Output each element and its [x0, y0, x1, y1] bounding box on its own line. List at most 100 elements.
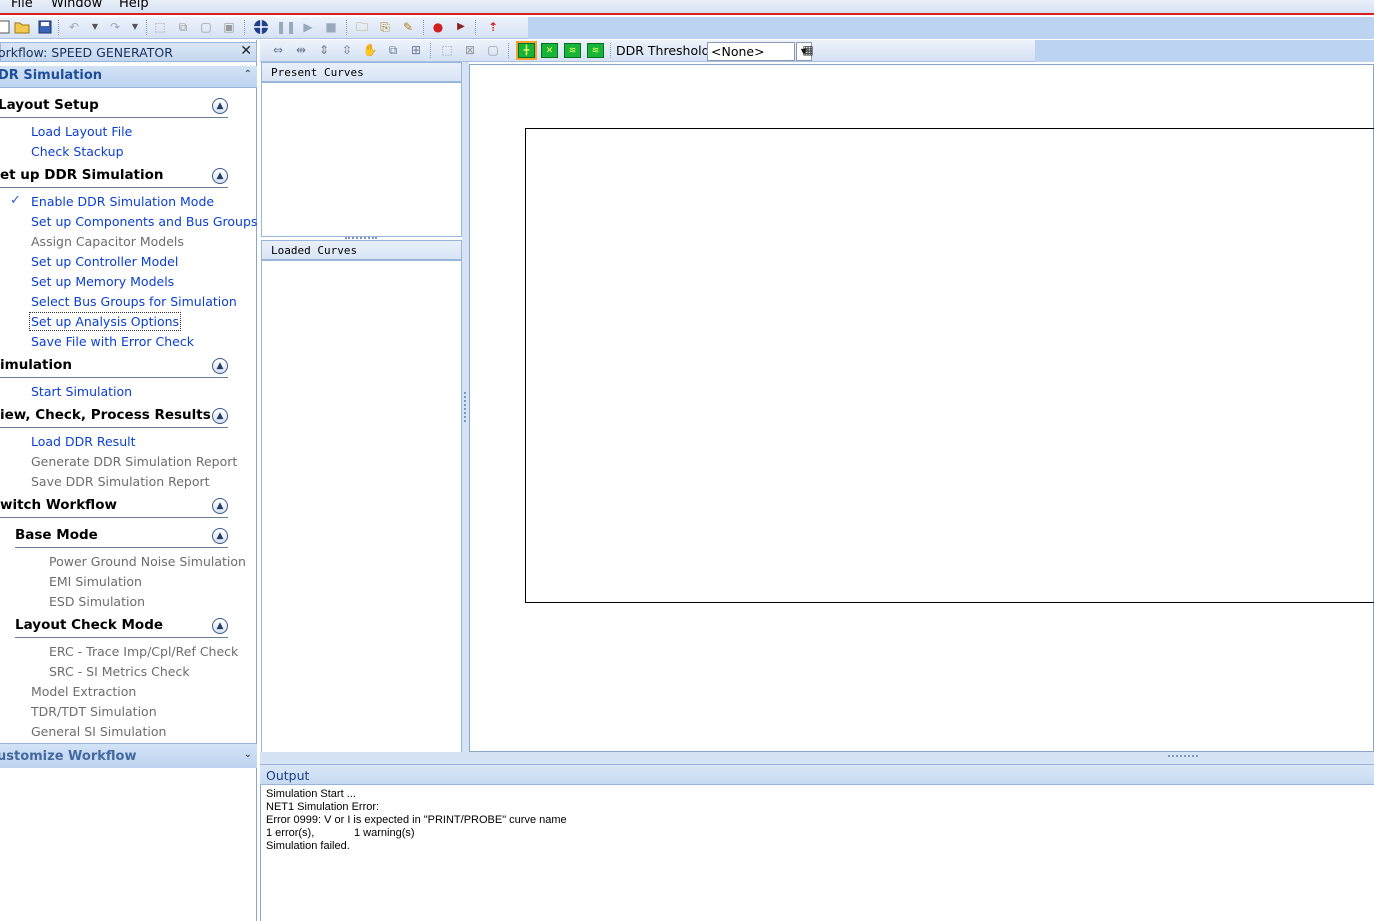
toolbar-separator: [508, 43, 509, 58]
workflow-item-model-extraction[interactable]: Model Extraction: [31, 684, 136, 699]
menu-file[interactable]: File: [11, 0, 33, 11]
workflow-item-memory-models[interactable]: Set up Memory Models: [31, 274, 174, 289]
customize-workflow-title: ustomize Workflow: [0, 749, 137, 764]
shrink-horizontal-icon[interactable]: ⇹: [293, 42, 309, 58]
workflow-item-emi[interactable]: EMI Simulation: [49, 574, 142, 589]
frame-icon[interactable]: ▢: [485, 42, 501, 58]
pause-icon[interactable]: ❚❚: [276, 19, 296, 35]
section-title: et up DDR Simulation: [0, 167, 164, 183]
globe-icon[interactable]: [253, 19, 269, 35]
workflow-item-check-stackup[interactable]: Check Stackup: [31, 144, 124, 159]
waveform-plot-area[interactable]: [469, 64, 1374, 752]
signal-marker-icon[interactable]: ⇡: [485, 19, 501, 35]
ddr-threshold-label: DDR Threshold:: [616, 43, 714, 58]
image-icon[interactable]: ▣: [221, 19, 237, 35]
loaded-curves-list[interactable]: [261, 260, 462, 760]
workflow-item-src[interactable]: SRC - SI Metrics Check: [49, 664, 190, 679]
present-curves-header: Present Curves: [261, 62, 462, 82]
save-icon[interactable]: [37, 19, 53, 35]
close-icon[interactable]: ✕: [240, 43, 252, 59]
workflow-item-load-layout-file[interactable]: Load Layout File: [31, 124, 132, 139]
workflow-title: orkflow: SPEED GENERATOR: [0, 45, 173, 60]
collapse-panel-icon[interactable]: ⌃: [244, 69, 252, 80]
stop-icon[interactable]: ■: [323, 19, 339, 35]
toolbar-separator: [244, 20, 245, 35]
workflow-item-enable-ddr-mode[interactable]: Enable DDR Simulation Mode: [31, 194, 214, 209]
plot-frame[interactable]: [525, 128, 1374, 603]
edit-file-icon[interactable]: ✎: [400, 19, 416, 35]
collapse-section-icon[interactable]: ▲: [212, 358, 228, 374]
collapse-section-icon[interactable]: ▲: [212, 168, 228, 184]
play-icon[interactable]: ▶: [300, 19, 316, 35]
workflow-item-analysis-options[interactable]: Set up Analysis Options: [28, 312, 182, 331]
shape-icon[interactable]: ▢: [198, 19, 214, 35]
pan-hand-icon[interactable]: ✋: [362, 42, 378, 58]
pane-splitter-grip[interactable]: [345, 237, 377, 239]
checkmark-icon: ✓: [10, 193, 21, 208]
redo-dropdown-icon[interactable]: ▼: [127, 19, 143, 35]
output-line: 1 error(s), 1 warning(s): [266, 827, 415, 839]
open-folder-icon[interactable]: [14, 19, 30, 35]
workflow-item-general-si[interactable]: General SI Simulation: [31, 724, 166, 739]
waveform-mode-1-icon[interactable]: ╋: [516, 41, 537, 60]
ddr-threshold-select[interactable]: <None> ▼: [707, 42, 812, 61]
customize-workflow-header[interactable]: ustomize Workflow ⌄: [0, 743, 257, 768]
waveform-mode-3-icon[interactable]: ≋: [564, 43, 581, 58]
horizontal-splitter[interactable]: [260, 752, 1374, 764]
eye-diagram-icon[interactable]: ✕: [541, 43, 558, 58]
toolbar-separator: [610, 43, 611, 58]
record-icon[interactable]: ●: [430, 19, 446, 35]
copy-icon[interactable]: ⧉: [175, 19, 191, 35]
workflow-item-generate-report[interactable]: Generate DDR Simulation Report: [31, 454, 237, 469]
workflow-item-start-simulation[interactable]: Start Simulation: [31, 384, 132, 399]
shrink-vertical-icon[interactable]: ⇳: [339, 42, 355, 58]
select-region-icon[interactable]: ⬚: [439, 42, 455, 58]
splitter-grip: [464, 392, 466, 422]
redo-icon[interactable]: ↷: [107, 19, 123, 35]
workflow-item-components-bus-groups[interactable]: Set up Components and Bus Groups: [31, 214, 257, 229]
collapse-section-icon[interactable]: ▲: [212, 498, 228, 514]
waveform-toolbar: ⇔ ⇹ ⇕ ⇳ ✋ ⧉ ⊞ ⬚ ⊠ ▢ ╋ ✕ ≋ ≋ DDR Threshol…: [260, 40, 1374, 62]
expand-panel-icon[interactable]: ⌄: [244, 749, 252, 760]
workflow-item-save-report[interactable]: Save DDR Simulation Report: [31, 474, 210, 489]
toolbar-separator: [430, 43, 431, 58]
workflow-item-erc[interactable]: ERC - Trace Imp/Cpl/Ref Check: [49, 644, 238, 659]
section-title: Base Mode: [15, 527, 98, 543]
waveform-mode-4-icon[interactable]: ≋: [587, 43, 604, 58]
section-title: Layout Check Mode: [15, 617, 164, 633]
workflow-item-pg-noise[interactable]: Power Ground Noise Simulation: [49, 554, 246, 569]
open-project-icon[interactable]: 🗀: [354, 19, 370, 35]
zoom-fit-icon[interactable]: ⊞: [408, 42, 424, 58]
new-file-icon[interactable]: [0, 19, 12, 35]
workflow-item-controller-model[interactable]: Set up Controller Model: [31, 254, 178, 269]
zoom-vertical-icon[interactable]: ⇕: [316, 42, 332, 58]
present-curves-list[interactable]: [261, 82, 462, 237]
workflow-item-save-error-check[interactable]: Save File with Error Check: [31, 334, 194, 349]
menu-window[interactable]: Window: [51, 0, 102, 11]
workflow-item-select-bus-groups[interactable]: Select Bus Groups for Simulation: [31, 294, 237, 309]
export-icon[interactable]: ⎘: [377, 19, 393, 35]
undo-icon[interactable]: ↶: [66, 19, 82, 35]
select-box-icon[interactable]: ⬚: [152, 19, 168, 35]
workflow-item-capacitor-models[interactable]: Assign Capacitor Models: [31, 234, 184, 249]
collapse-section-icon[interactable]: ▲: [212, 98, 228, 114]
collapse-section-icon[interactable]: ▲: [212, 528, 228, 544]
workflow-item-esd[interactable]: ESD Simulation: [49, 594, 145, 609]
run-icon[interactable]: ▶: [453, 19, 469, 35]
collapse-section-icon[interactable]: ▲: [212, 408, 228, 424]
menu-help[interactable]: Help: [119, 0, 149, 11]
zoom-horizontal-icon[interactable]: ⇔: [270, 42, 286, 58]
output-console[interactable]: Simulation Start ... NET1 Simulation Err…: [260, 785, 1374, 921]
box-x-icon[interactable]: ⊠: [462, 42, 478, 58]
zoom-window-icon[interactable]: ⧉: [385, 42, 401, 58]
workflow-item-load-ddr-result[interactable]: Load DDR Result: [31, 434, 136, 449]
section-title: iew, Check, Process Results: [0, 407, 211, 423]
grid-table-icon[interactable]: ▦: [800, 42, 816, 58]
workflow-item-tdr-tdt[interactable]: TDR/TDT Simulation: [31, 704, 157, 719]
output-line: Error 0999: V or I is expected in "PRINT…: [266, 814, 567, 826]
collapse-section-icon[interactable]: ▲: [212, 618, 228, 634]
vertical-splitter[interactable]: [462, 62, 469, 760]
ddr-simulation-header[interactable]: DR Simulation ⌃: [0, 66, 257, 88]
undo-dropdown-icon[interactable]: ▼: [87, 19, 103, 35]
toolbar-filler: [528, 17, 1374, 39]
